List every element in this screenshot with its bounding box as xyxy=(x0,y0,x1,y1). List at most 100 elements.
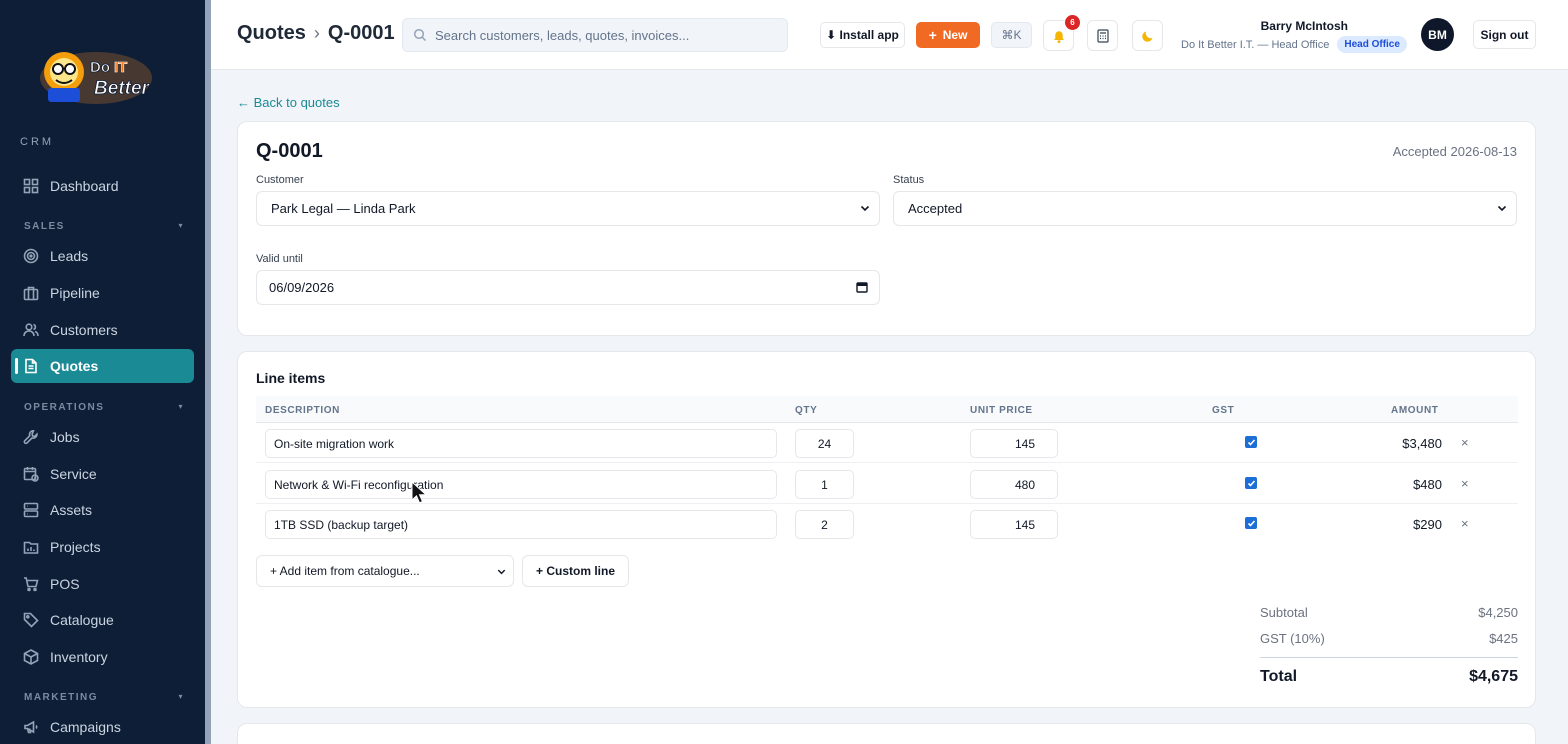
calendar-clock-icon xyxy=(23,466,39,482)
column-header-gst: GST xyxy=(1212,405,1235,416)
qty-input[interactable]: 1 xyxy=(795,470,854,499)
remove-line-button[interactable]: × xyxy=(1461,476,1469,491)
search-placeholder: Search customers, leads, quotes, invoice… xyxy=(435,27,690,43)
sidebar-item-label: Customers xyxy=(50,322,118,338)
gst-label: GST (10%) xyxy=(1260,631,1325,646)
quote-details-card: Q-0001 Accepted 2026-08-13 Customer Park… xyxy=(237,121,1536,336)
sidebar-item-leads[interactable]: Leads xyxy=(11,239,194,273)
svg-text:IT: IT xyxy=(114,59,127,76)
unit-price-input[interactable]: 145 xyxy=(970,429,1058,458)
sidebar-item-pipeline[interactable]: Pipeline xyxy=(11,276,194,310)
sidebar-item-quotes[interactable]: Quotes xyxy=(11,349,194,383)
remove-line-button[interactable]: × xyxy=(1461,435,1469,450)
qty-input[interactable]: 24 xyxy=(795,429,854,458)
wrench-icon xyxy=(23,429,39,445)
sidebar: Do IT Better CRM Dashboard SALES ▾ Leads … xyxy=(0,0,205,744)
back-to-quotes-link[interactable]: ← Back to quotes xyxy=(237,95,340,110)
breadcrumb-current: Q-0001 xyxy=(327,22,395,44)
unit-price-input[interactable]: 480 xyxy=(970,470,1058,499)
gst-checkbox[interactable] xyxy=(1245,436,1257,448)
column-header-qty: QTY xyxy=(795,405,818,416)
briefcase-icon xyxy=(23,285,39,301)
users-icon xyxy=(23,322,39,338)
calculator-button[interactable] xyxy=(1087,20,1118,51)
server-icon xyxy=(23,502,39,518)
sidebar-item-assets[interactable]: Assets xyxy=(11,493,194,527)
section-label-text: SALES xyxy=(24,221,65,232)
sidebar-item-campaigns[interactable]: Campaigns xyxy=(11,710,194,744)
gst-row: GST (10%) $425 xyxy=(1260,631,1518,646)
calendar-icon[interactable] xyxy=(856,281,868,293)
unit-price-input[interactable]: 145 xyxy=(970,510,1058,539)
breadcrumb: Quotes › Q-0001 xyxy=(237,22,395,45)
chevron-down-icon: ▾ xyxy=(178,221,184,230)
sidebar-item-service[interactable]: Service xyxy=(11,457,194,491)
sidebar-item-inventory[interactable]: Inventory xyxy=(11,640,194,674)
gst-checkbox[interactable] xyxy=(1245,477,1257,489)
gst-checkbox[interactable] xyxy=(1245,517,1257,529)
sidebar-item-projects[interactable]: Projects xyxy=(11,530,194,564)
sidebar-item-dashboard[interactable]: Dashboard xyxy=(11,169,194,203)
brand-logo[interactable]: Do IT Better xyxy=(34,38,158,112)
chevron-down-icon xyxy=(860,205,870,212)
sidebar-item-customers[interactable]: Customers xyxy=(11,313,194,347)
crm-label: CRM xyxy=(20,136,55,148)
theme-toggle-button[interactable] xyxy=(1132,20,1163,51)
scrollbar-thumb[interactable] xyxy=(205,0,211,744)
sidebar-item-pos[interactable]: POS xyxy=(11,567,194,601)
mouse-cursor-icon xyxy=(411,481,427,504)
section-label-text: MARKETING xyxy=(24,692,99,703)
plus-icon: + xyxy=(928,27,937,43)
table-row: On-site migration work 24 145 $3,480 × xyxy=(256,423,1518,463)
box-icon xyxy=(23,649,39,665)
customer-select[interactable]: Park Legal — Linda Park xyxy=(256,191,880,226)
sidebar-scrollbar[interactable] xyxy=(205,0,211,744)
description-input[interactable]: On-site migration work xyxy=(265,429,777,458)
new-button[interactable]: + New xyxy=(916,22,980,48)
sidebar-item-label: Catalogue xyxy=(50,612,114,628)
line-items-title: Line items xyxy=(256,370,326,386)
qty-input[interactable]: 2 xyxy=(795,510,854,539)
valid-until-label: Valid until xyxy=(256,253,303,265)
section-operations[interactable]: OPERATIONS ▾ xyxy=(24,402,184,413)
target-icon xyxy=(23,248,39,264)
subtotal-label: Subtotal xyxy=(1260,605,1308,620)
search-icon xyxy=(413,28,427,42)
status-select[interactable]: Accepted xyxy=(893,191,1517,226)
user-name: Barry McIntosh xyxy=(1260,19,1348,33)
add-from-catalogue-select[interactable]: + Add item from catalogue... xyxy=(256,555,514,587)
notes-card xyxy=(237,723,1536,744)
svg-text:Better: Better xyxy=(94,78,151,99)
section-sales[interactable]: SALES ▾ xyxy=(24,221,184,232)
chevron-down-icon xyxy=(497,569,506,575)
notifications-button[interactable]: 6 xyxy=(1043,15,1080,51)
amount-value: $480 xyxy=(1413,477,1442,492)
valid-until-value: 06/09/2026 xyxy=(269,280,335,295)
description-input[interactable]: Network & Wi-Fi reconfiguration xyxy=(265,470,777,499)
tag-icon xyxy=(23,612,39,628)
remove-line-button[interactable]: × xyxy=(1461,516,1469,531)
moon-icon xyxy=(1141,31,1152,42)
install-app-button[interactable]: ⬇ Install app xyxy=(820,22,905,48)
breadcrumb-quotes[interactable]: Quotes xyxy=(237,22,306,45)
dashboard-icon xyxy=(23,178,39,194)
search-input[interactable]: Search customers, leads, quotes, invoice… xyxy=(402,18,788,52)
sidebar-item-catalogue[interactable]: Catalogue xyxy=(11,603,194,637)
totals-divider xyxy=(1260,657,1518,658)
table-row: Network & Wi-Fi reconfiguration 1 480 $4… xyxy=(256,464,1518,504)
add-from-catalogue-label: + Add item from catalogue... xyxy=(270,564,420,578)
bell-icon xyxy=(1053,30,1064,43)
office-badge: Head Office xyxy=(1337,36,1407,53)
svg-text:Do: Do xyxy=(90,59,110,76)
user-organization: Do It Better I.T. — Head Office Head Off… xyxy=(1181,36,1407,53)
sidebar-item-label: Inventory xyxy=(50,649,108,665)
valid-until-date-input[interactable]: 06/09/2026 xyxy=(256,270,880,305)
avatar[interactable]: BM xyxy=(1421,18,1454,51)
command-palette-shortcut[interactable]: ⌘K xyxy=(991,22,1032,48)
sign-out-button[interactable]: Sign out xyxy=(1473,20,1536,49)
total-label: Total xyxy=(1260,668,1298,685)
sidebar-item-jobs[interactable]: Jobs xyxy=(11,420,194,454)
custom-line-button[interactable]: + Custom line xyxy=(522,555,629,587)
description-input[interactable]: 1TB SSD (backup target) xyxy=(265,510,777,539)
section-marketing[interactable]: MARKETING ▾ xyxy=(24,692,184,703)
